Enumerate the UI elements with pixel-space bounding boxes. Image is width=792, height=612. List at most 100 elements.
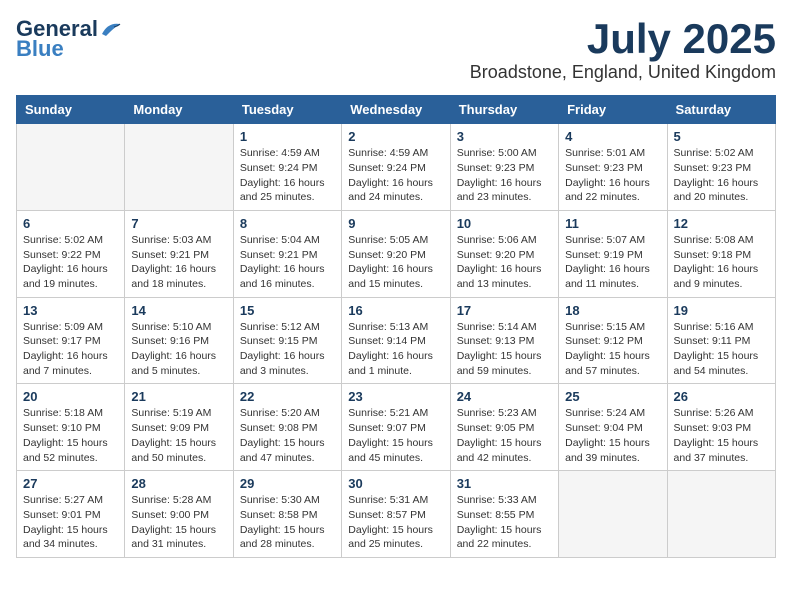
day-info: Sunrise: 5:16 AM Sunset: 9:11 PM Dayligh… — [674, 320, 769, 379]
day-number: 24 — [457, 389, 552, 404]
day-info: Sunrise: 5:06 AM Sunset: 9:20 PM Dayligh… — [457, 233, 552, 292]
day-info: Sunrise: 5:01 AM Sunset: 9:23 PM Dayligh… — [565, 146, 660, 205]
page-header: General Blue July 2025 Broadstone, Engla… — [16, 16, 776, 83]
calendar-week-row-2: 6 Sunrise: 5:02 AM Sunset: 9:22 PM Daylig… — [17, 210, 776, 297]
day-info: Sunrise: 5:20 AM Sunset: 9:08 PM Dayligh… — [240, 406, 335, 465]
day-number: 6 — [23, 216, 118, 231]
calendar-week-row-3: 13 Sunrise: 5:09 AM Sunset: 9:17 PM Dayli… — [17, 297, 776, 384]
calendar-week-row-1: 1 Sunrise: 4:59 AM Sunset: 9:24 PM Daylig… — [17, 124, 776, 211]
calendar-week-row-4: 20 Sunrise: 5:18 AM Sunset: 9:10 PM Dayli… — [17, 384, 776, 471]
day-info: Sunrise: 5:15 AM Sunset: 9:12 PM Dayligh… — [565, 320, 660, 379]
day-number: 26 — [674, 389, 769, 404]
day-number: 23 — [348, 389, 443, 404]
calendar-cell: 8Sunrise: 5:04 AM Sunset: 9:21 PM Daylig… — [233, 210, 341, 297]
calendar-cell: 7Sunrise: 5:03 AM Sunset: 9:21 PM Daylig… — [125, 210, 233, 297]
calendar-cell: 26 Sunrise: 5:26 AM Sunset: 9:03 PM Dayli… — [667, 384, 775, 471]
day-info: Sunrise: 5:18 AM Sunset: 9:10 PM Dayligh… — [23, 406, 118, 465]
calendar-cell: 23 Sunrise: 5:21 AM Sunset: 9:07 PM Dayli… — [342, 384, 450, 471]
calendar-header-tuesday: Tuesday — [233, 96, 341, 124]
calendar-cell: 22Sunrise: 5:20 AM Sunset: 9:08 PM Dayli… — [233, 384, 341, 471]
day-number: 16 — [348, 303, 443, 318]
day-info: Sunrise: 5:27 AM Sunset: 9:01 PM Dayligh… — [23, 493, 118, 552]
calendar-cell: 19 Sunrise: 5:16 AM Sunset: 9:11 PM Dayli… — [667, 297, 775, 384]
calendar-cell: 11 Sunrise: 5:07 AM Sunset: 9:19 PM Dayli… — [559, 210, 667, 297]
calendar-cell: 17 Sunrise: 5:14 AM Sunset: 9:13 PM Dayli… — [450, 297, 558, 384]
day-number: 14 — [131, 303, 226, 318]
calendar-cell — [559, 471, 667, 558]
day-number: 21 — [131, 389, 226, 404]
day-info: Sunrise: 5:09 AM Sunset: 9:17 PM Dayligh… — [23, 320, 118, 379]
calendar-table: SundayMondayTuesdayWednesdayThursdayFrid… — [16, 95, 776, 558]
logo-blue: Blue — [16, 36, 64, 62]
day-number: 18 — [565, 303, 660, 318]
calendar-header-thursday: Thursday — [450, 96, 558, 124]
logo-bird-icon — [100, 20, 122, 38]
day-info: Sunrise: 5:02 AM Sunset: 9:22 PM Dayligh… — [23, 233, 118, 292]
day-number: 31 — [457, 476, 552, 491]
title-section: July 2025 Broadstone, England, United Ki… — [470, 16, 776, 83]
calendar-cell: 31 Sunrise: 5:33 AM Sunset: 8:55 PM Dayli… — [450, 471, 558, 558]
day-info: Sunrise: 5:28 AM Sunset: 9:00 PM Dayligh… — [131, 493, 226, 552]
day-number: 29 — [240, 476, 335, 491]
day-number: 2 — [348, 129, 443, 144]
day-number: 4 — [565, 129, 660, 144]
day-info: Sunrise: 5:03 AM Sunset: 9:21 PM Dayligh… — [131, 233, 226, 292]
day-number: 9 — [348, 216, 443, 231]
calendar-cell: 12 Sunrise: 5:08 AM Sunset: 9:18 PM Dayli… — [667, 210, 775, 297]
calendar-cell: 28 Sunrise: 5:28 AM Sunset: 9:00 PM Dayli… — [125, 471, 233, 558]
calendar-cell: 1Sunrise: 4:59 AM Sunset: 9:24 PM Daylig… — [233, 124, 341, 211]
calendar-cell: 18 Sunrise: 5:15 AM Sunset: 9:12 PM Dayli… — [559, 297, 667, 384]
calendar-header-row: SundayMondayTuesdayWednesdayThursdayFrid… — [17, 96, 776, 124]
day-number: 12 — [674, 216, 769, 231]
day-info: Sunrise: 5:10 AM Sunset: 9:16 PM Dayligh… — [131, 320, 226, 379]
calendar-cell: 13 Sunrise: 5:09 AM Sunset: 9:17 PM Dayli… — [17, 297, 125, 384]
day-info: Sunrise: 5:26 AM Sunset: 9:03 PM Dayligh… — [674, 406, 769, 465]
calendar-header-sunday: Sunday — [17, 96, 125, 124]
calendar-cell: 14 Sunrise: 5:10 AM Sunset: 9:16 PM Dayli… — [125, 297, 233, 384]
calendar-cell: 25Sunrise: 5:24 AM Sunset: 9:04 PM Dayli… — [559, 384, 667, 471]
day-info: Sunrise: 5:14 AM Sunset: 9:13 PM Dayligh… — [457, 320, 552, 379]
day-info: Sunrise: 5:12 AM Sunset: 9:15 PM Dayligh… — [240, 320, 335, 379]
calendar-cell: 9 Sunrise: 5:05 AM Sunset: 9:20 PM Daylig… — [342, 210, 450, 297]
day-info: Sunrise: 5:33 AM Sunset: 8:55 PM Dayligh… — [457, 493, 552, 552]
day-number: 27 — [23, 476, 118, 491]
day-info: Sunrise: 5:08 AM Sunset: 9:18 PM Dayligh… — [674, 233, 769, 292]
day-number: 28 — [131, 476, 226, 491]
day-number: 20 — [23, 389, 118, 404]
calendar-header-wednesday: Wednesday — [342, 96, 450, 124]
calendar-cell: 10 Sunrise: 5:06 AM Sunset: 9:20 PM Dayli… — [450, 210, 558, 297]
calendar-cell: 21 Sunrise: 5:19 AM Sunset: 9:09 PM Dayli… — [125, 384, 233, 471]
day-info: Sunrise: 5:31 AM Sunset: 8:57 PM Dayligh… — [348, 493, 443, 552]
day-number: 10 — [457, 216, 552, 231]
day-info: Sunrise: 5:30 AM Sunset: 8:58 PM Dayligh… — [240, 493, 335, 552]
day-number: 5 — [674, 129, 769, 144]
calendar-week-row-5: 27 Sunrise: 5:27 AM Sunset: 9:01 PM Dayli… — [17, 471, 776, 558]
day-info: Sunrise: 5:23 AM Sunset: 9:05 PM Dayligh… — [457, 406, 552, 465]
day-number: 15 — [240, 303, 335, 318]
day-info: Sunrise: 5:05 AM Sunset: 9:20 PM Dayligh… — [348, 233, 443, 292]
day-info: Sunrise: 5:21 AM Sunset: 9:07 PM Dayligh… — [348, 406, 443, 465]
calendar-cell: 24 Sunrise: 5:23 AM Sunset: 9:05 PM Dayli… — [450, 384, 558, 471]
calendar-cell: 5Sunrise: 5:02 AM Sunset: 9:23 PM Daylig… — [667, 124, 775, 211]
month-title: July 2025 — [470, 16, 776, 62]
calendar-cell: 2 Sunrise: 4:59 AM Sunset: 9:24 PM Daylig… — [342, 124, 450, 211]
day-number: 17 — [457, 303, 552, 318]
calendar-cell: 29 Sunrise: 5:30 AM Sunset: 8:58 PM Dayli… — [233, 471, 341, 558]
day-info: Sunrise: 5:13 AM Sunset: 9:14 PM Dayligh… — [348, 320, 443, 379]
day-info: Sunrise: 5:07 AM Sunset: 9:19 PM Dayligh… — [565, 233, 660, 292]
day-info: Sunrise: 5:00 AM Sunset: 9:23 PM Dayligh… — [457, 146, 552, 205]
calendar-cell: 30Sunrise: 5:31 AM Sunset: 8:57 PM Dayli… — [342, 471, 450, 558]
calendar-header-monday: Monday — [125, 96, 233, 124]
day-number: 19 — [674, 303, 769, 318]
logo: General Blue — [16, 16, 122, 62]
calendar-cell: 6 Sunrise: 5:02 AM Sunset: 9:22 PM Daylig… — [17, 210, 125, 297]
day-info: Sunrise: 5:19 AM Sunset: 9:09 PM Dayligh… — [131, 406, 226, 465]
day-number: 11 — [565, 216, 660, 231]
calendar-header-saturday: Saturday — [667, 96, 775, 124]
day-number: 1 — [240, 129, 335, 144]
calendar-cell: 15 Sunrise: 5:12 AM Sunset: 9:15 PM Dayli… — [233, 297, 341, 384]
calendar-cell — [667, 471, 775, 558]
calendar-cell: 16 Sunrise: 5:13 AM Sunset: 9:14 PM Dayli… — [342, 297, 450, 384]
day-number: 13 — [23, 303, 118, 318]
day-info: Sunrise: 4:59 AM Sunset: 9:24 PM Dayligh… — [348, 146, 443, 205]
